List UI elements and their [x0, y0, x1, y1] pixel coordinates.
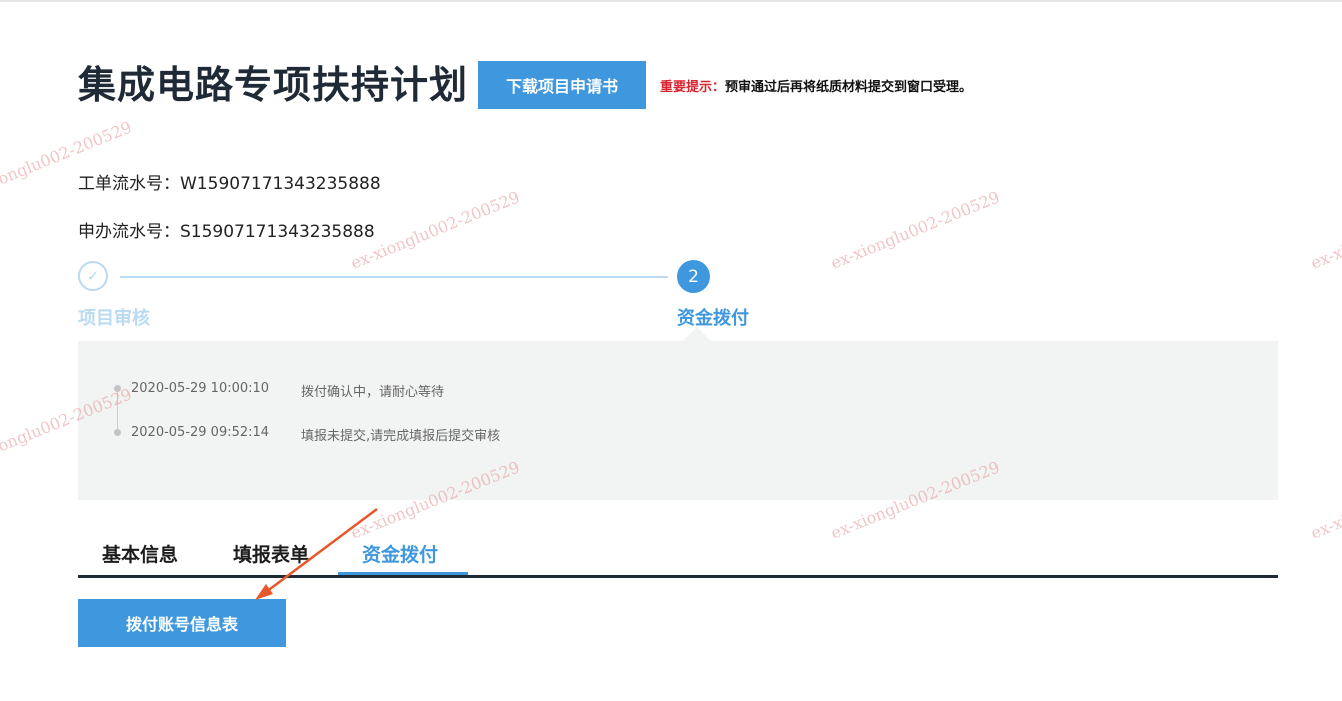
- account-info-button[interactable]: 拨付账号信息表: [78, 599, 286, 647]
- tab-bar-divider: [78, 575, 1278, 578]
- step-connector-line: [120, 276, 668, 278]
- timeline-dot: [114, 429, 121, 436]
- check-icon: ✓: [86, 267, 100, 285]
- top-border: [0, 0, 1342, 2]
- page-title: 集成电路专项扶持计划: [78, 63, 469, 107]
- watermark: ex-xionglu002-200529: [828, 187, 1003, 273]
- notice-text: 预审通过后再将纸质材料提交到窗口受理。: [725, 80, 973, 95]
- download-application-button[interactable]: 下载项目申请书: [478, 61, 646, 109]
- tab-funding[interactable]: 资金拨付: [362, 540, 438, 567]
- timeline-dot: [114, 385, 121, 392]
- timeline-message: 填报未提交,请完成填报后提交审核: [301, 429, 501, 444]
- timeline-message: 拨付确认中，请耐心等待: [301, 385, 445, 400]
- tab-basic-info[interactable]: 基本信息: [102, 540, 178, 567]
- step-active-indicator: 2: [677, 260, 710, 293]
- step-label-review: 项目审核: [78, 308, 150, 329]
- step-number: 2: [688, 266, 699, 287]
- work-order-serial: 工单流水号：W15907171343235888: [78, 174, 381, 194]
- timeline-time: 2020-05-29 09:52:14: [131, 425, 270, 440]
- timeline-time: 2020-05-29 10:00:10: [131, 381, 270, 396]
- tab-fill-form[interactable]: 填报表单: [233, 540, 309, 567]
- important-notice: 重要提示：预审通过后再将纸质材料提交到窗口受理。: [660, 76, 972, 95]
- watermark: ex-xionglu002-200529: [1308, 457, 1342, 543]
- timeline-panel: 2020-05-29 10:00:10 拨付确认中，请耐心等待 2020-05-…: [78, 341, 1278, 500]
- notice-label: 重要提示：: [660, 80, 726, 95]
- step-done-indicator: ✓: [78, 261, 108, 291]
- watermark: ex-xionglu002-200529: [1308, 187, 1342, 273]
- panel-pointer: [683, 327, 711, 341]
- application-serial: 申办流水号：S15907171343235888: [78, 222, 375, 242]
